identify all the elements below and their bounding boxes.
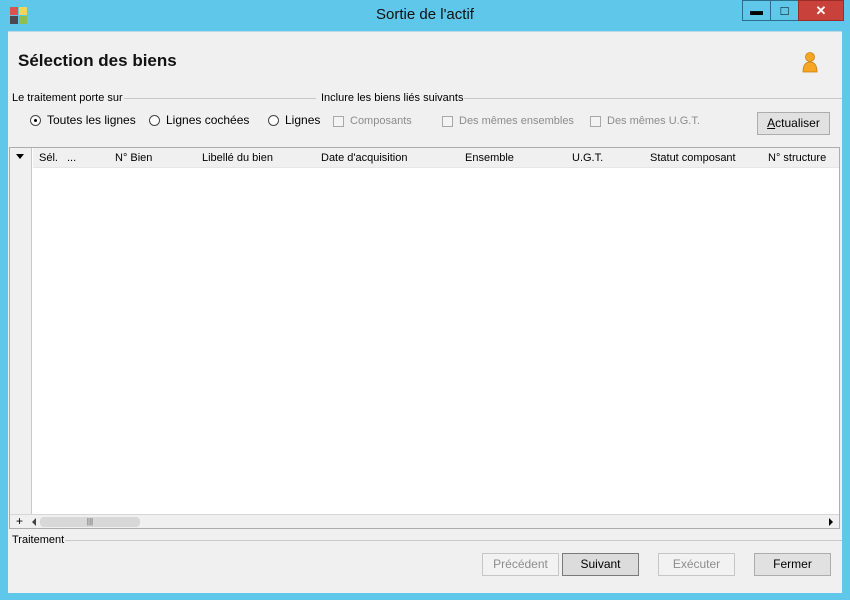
- column-header-acquisition-date[interactable]: Date d'acquisition: [321, 152, 408, 164]
- scroll-right-icon[interactable]: [829, 518, 833, 526]
- radio-icon: [268, 114, 279, 126]
- treatment-group-label: Traitement: [11, 534, 66, 546]
- column-header-more[interactable]: ...: [67, 152, 76, 164]
- close-dialog-button[interactable]: Fermer: [754, 553, 831, 576]
- column-header-asset-label[interactable]: Libellé du bien: [202, 152, 273, 164]
- grid-row-header: [10, 148, 32, 528]
- horizontal-scrollbar-thumb[interactable]: |||: [40, 517, 140, 527]
- column-header-ugt[interactable]: U.G.T.: [572, 152, 603, 164]
- checkbox-same-sets[interactable]: Des mêmes ensembles: [442, 114, 574, 128]
- user-icon[interactable]: [801, 51, 819, 73]
- include-group-label: Inclure les biens liés suivants: [320, 92, 465, 104]
- column-header-asset-number[interactable]: N° Bien: [115, 152, 152, 164]
- radio-selected-icon: [30, 114, 41, 126]
- assets-grid[interactable]: Sél. ... N° Bien Libellé du bien Date d'…: [9, 147, 840, 529]
- radio-lines[interactable]: Lignes: [268, 113, 320, 127]
- scroll-left-icon[interactable]: [32, 518, 36, 526]
- checkbox-icon: [590, 115, 601, 127]
- dialog-client-area: Sélection des biens Le traitement porte …: [8, 31, 842, 593]
- minimize-button[interactable]: ▬: [742, 0, 771, 21]
- column-header-component-status[interactable]: Statut composant: [650, 152, 736, 164]
- column-header-sel[interactable]: Sél.: [39, 152, 58, 164]
- maximize-button[interactable]: □: [770, 0, 799, 21]
- title-bar[interactable]: Sortie de l'actif ▬ □ ✕: [0, 0, 850, 30]
- checkbox-components[interactable]: Composants: [333, 114, 412, 128]
- scope-group-label: Le traitement porte sur: [11, 92, 124, 104]
- grid-header: Sél. ... N° Bien Libellé du bien Date d'…: [33, 148, 839, 168]
- chevron-down-icon[interactable]: [16, 154, 24, 159]
- column-header-set[interactable]: Ensemble: [465, 152, 514, 164]
- page-title: Sélection des biens: [18, 51, 177, 70]
- window-title: Sortie de l'actif: [376, 6, 474, 23]
- close-icon: ✕: [815, 3, 827, 18]
- grid-footer: + |||: [10, 514, 839, 528]
- treatment-group-line: [11, 540, 842, 541]
- add-row-button[interactable]: +: [16, 515, 23, 528]
- maximize-icon: □: [780, 3, 789, 18]
- next-button[interactable]: Suivant: [562, 553, 639, 576]
- checkbox-same-ugt[interactable]: Des mêmes U.G.T.: [590, 114, 700, 128]
- header-band: Sélection des biens: [8, 32, 842, 92]
- previous-button[interactable]: Précédent: [482, 553, 559, 576]
- radio-all-lines[interactable]: Toutes les lignes: [30, 113, 136, 127]
- column-header-structure-number[interactable]: N° structure: [768, 152, 826, 164]
- checkbox-icon: [442, 115, 453, 127]
- minimize-icon: ▬: [750, 3, 763, 18]
- checkbox-icon: [333, 115, 344, 127]
- refresh-button[interactable]: Actualiser: [757, 112, 830, 135]
- close-button[interactable]: ✕: [798, 0, 844, 21]
- radio-icon: [149, 114, 160, 126]
- app-window: Sortie de l'actif ▬ □ ✕ Sélection des bi…: [0, 0, 850, 600]
- radio-checked-lines[interactable]: Lignes cochées: [149, 113, 249, 127]
- execute-button[interactable]: Exécuter: [658, 553, 735, 576]
